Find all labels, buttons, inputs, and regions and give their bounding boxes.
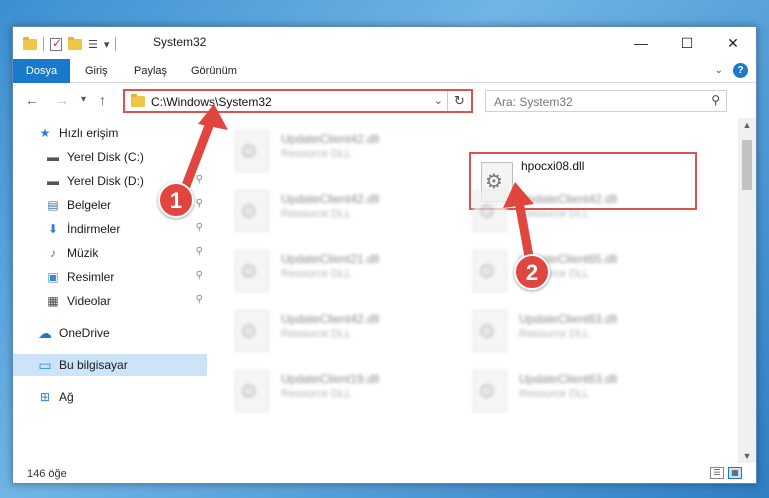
pin-icon: ⚲ bbox=[195, 246, 203, 257]
toolbar-divider bbox=[115, 37, 117, 51]
star-icon: ★ bbox=[39, 126, 51, 140]
pin-icon: ⚲ bbox=[195, 294, 203, 305]
step-1-badge: 1 bbox=[158, 182, 194, 218]
pin-icon: ⚲ bbox=[195, 222, 203, 233]
tab-gorunum[interactable]: Görünüm bbox=[181, 59, 247, 83]
file-item[interactable]: UpdateClient65.dll Resource DLL bbox=[445, 242, 665, 302]
dll-file-icon bbox=[473, 250, 507, 292]
step-2-badge: 2 bbox=[514, 254, 550, 290]
file-item[interactable]: UpdateClient21.dll Resource DLL bbox=[207, 242, 427, 302]
download-icon: ⬇ bbox=[47, 222, 59, 236]
nav-item-network[interactable]: ⊞ Ağ bbox=[13, 386, 207, 408]
dll-file-icon bbox=[235, 250, 269, 292]
file-item[interactable]: UpdateClient63.dll Resource DLL bbox=[445, 302, 665, 362]
item-count: 146 öğe bbox=[27, 468, 67, 480]
up-button[interactable]: ↑ bbox=[99, 92, 106, 108]
file-item[interactable]: UpdateClient42.dll Resource DLL bbox=[445, 182, 665, 242]
recent-locations-button[interactable]: ▾ bbox=[81, 94, 86, 105]
dll-file-icon bbox=[235, 310, 269, 352]
back-button[interactable]: ← bbox=[25, 92, 39, 108]
drive-icon: ▬ bbox=[47, 150, 59, 164]
maximize-button[interactable]: ☐ bbox=[664, 27, 710, 59]
search-icon[interactable]: ⚲ bbox=[711, 93, 720, 107]
scrollbar-thumb[interactable] bbox=[742, 140, 752, 190]
ribbon-tabs: Dosya Giriş Paylaş Görünüm ⌄ ? bbox=[13, 59, 756, 83]
vertical-scrollbar[interactable]: ▲ ▼ bbox=[738, 118, 756, 463]
file-item[interactable]: UpdateClient42.dll Resource DLL bbox=[207, 182, 427, 242]
video-icon: ▦ bbox=[47, 294, 59, 308]
window-controls: — ☐ ✕ bbox=[618, 27, 756, 59]
nav-item-quick-access[interactable]: ★ Hızlı erişim bbox=[13, 122, 207, 144]
dll-file-icon bbox=[473, 310, 507, 352]
tiles-view-icon[interactable]: ▦ bbox=[728, 467, 742, 479]
music-icon: ♪ bbox=[50, 246, 56, 260]
tab-paylas[interactable]: Paylaş bbox=[124, 59, 177, 83]
new-folder-icon[interactable] bbox=[68, 36, 82, 50]
view-buttons: ☰ ▦ bbox=[710, 467, 742, 479]
search-input[interactable]: Ara: System32 ⚲ bbox=[485, 90, 727, 112]
address-bar[interactable]: C:\Windows\System32 ⌄ ↻ bbox=[123, 89, 473, 113]
folder-icon bbox=[23, 36, 37, 50]
file-item[interactable]: UpdateClient42.dll Resource DLL bbox=[207, 122, 427, 182]
tab-giris[interactable]: Giriş bbox=[75, 59, 118, 83]
scroll-down-icon[interactable]: ▼ bbox=[738, 451, 756, 461]
scroll-up-icon[interactable]: ▲ bbox=[738, 120, 756, 130]
nav-item-this-pc[interactable]: ▭ Bu bilgisayar bbox=[13, 354, 207, 376]
dll-file-icon bbox=[235, 370, 269, 412]
toolbar-divider bbox=[43, 37, 44, 51]
title-bar: ☰ ▾ System32 — ☐ ✕ bbox=[13, 27, 756, 59]
address-path[interactable]: C:\Windows\System32 bbox=[151, 95, 272, 109]
file-item[interactable]: UpdateClient42.dll Resource DLL bbox=[207, 302, 427, 362]
nav-item-pictures[interactable]: ▣ Resimler ⚲ bbox=[13, 266, 207, 288]
rename-icon[interactable]: ☰ bbox=[88, 38, 98, 51]
navigation-pane: ★ Hızlı erişim ▬ Yerel Disk (C:) ⚲ ▬ Yer… bbox=[13, 118, 207, 463]
dll-file-icon bbox=[473, 370, 507, 412]
address-row: ← → ▾ ↑ C:\Windows\System32 ⌄ ↻ Ara: Sys… bbox=[13, 84, 756, 118]
drive-icon: ▬ bbox=[47, 174, 59, 188]
minimize-button[interactable]: — bbox=[618, 27, 664, 59]
pin-icon: ⚲ bbox=[195, 150, 203, 161]
file-item[interactable]: UpdateClient19.dll Resource DLL bbox=[207, 362, 427, 422]
nav-item-local-disk-c[interactable]: ▬ Yerel Disk (C:) ⚲ bbox=[13, 146, 207, 168]
nav-item-downloads[interactable]: ⬇ İndirmeler ⚲ bbox=[13, 218, 207, 240]
pictures-icon: ▣ bbox=[47, 270, 59, 284]
customize-toolbar-dropdown[interactable]: ▾ bbox=[104, 38, 110, 51]
quick-access-toolbar: ☰ ▾ bbox=[23, 35, 117, 53]
dll-file-icon bbox=[235, 130, 269, 172]
pin-icon: ⚲ bbox=[195, 270, 203, 281]
folder-icon bbox=[131, 94, 145, 107]
nav-item-music[interactable]: ♪ Müzik ⚲ bbox=[13, 242, 207, 264]
computer-icon: ▭ bbox=[38, 357, 52, 373]
close-button[interactable]: ✕ bbox=[710, 27, 756, 59]
nav-item-videos[interactable]: ▦ Videolar ⚲ bbox=[13, 290, 207, 312]
address-dropdown-icon[interactable]: ⌄ bbox=[434, 94, 443, 107]
file-name: hpocxi08.dll bbox=[521, 159, 585, 173]
details-view-icon[interactable]: ☰ bbox=[710, 467, 724, 479]
refresh-button[interactable]: ↻ bbox=[447, 91, 471, 111]
dll-file-icon bbox=[235, 190, 269, 232]
cloud-icon: ☁ bbox=[38, 325, 52, 341]
nav-item-onedrive[interactable]: ☁ OneDrive bbox=[13, 322, 207, 344]
tab-dosya[interactable]: Dosya bbox=[13, 59, 70, 83]
file-list: UpdateClient42.dll Resource DLL UpdateCl… bbox=[207, 118, 738, 463]
pin-icon: ⚲ bbox=[195, 174, 203, 185]
explorer-window: ☰ ▾ System32 — ☐ ✕ Dosya Giriş Paylaş Gö… bbox=[12, 26, 757, 484]
status-bar: 146 öğe ☰ ▦ bbox=[13, 463, 756, 483]
search-placeholder: Ara: System32 bbox=[494, 95, 573, 109]
window-title: System32 bbox=[153, 35, 207, 49]
dll-file-icon bbox=[473, 190, 507, 232]
help-icon[interactable]: ? bbox=[733, 63, 748, 78]
properties-icon[interactable] bbox=[50, 36, 62, 51]
expand-ribbon-icon[interactable]: ⌄ bbox=[715, 65, 723, 76]
pin-icon: ⚲ bbox=[195, 198, 203, 209]
file-item[interactable]: UpdateClient63.dll Resource DLL bbox=[445, 362, 665, 422]
network-icon: ⊞ bbox=[39, 390, 51, 404]
forward-button[interactable]: → bbox=[55, 92, 69, 108]
ribbon-right-controls: ⌄ ? bbox=[715, 63, 748, 78]
document-icon: ▤ bbox=[47, 198, 59, 212]
